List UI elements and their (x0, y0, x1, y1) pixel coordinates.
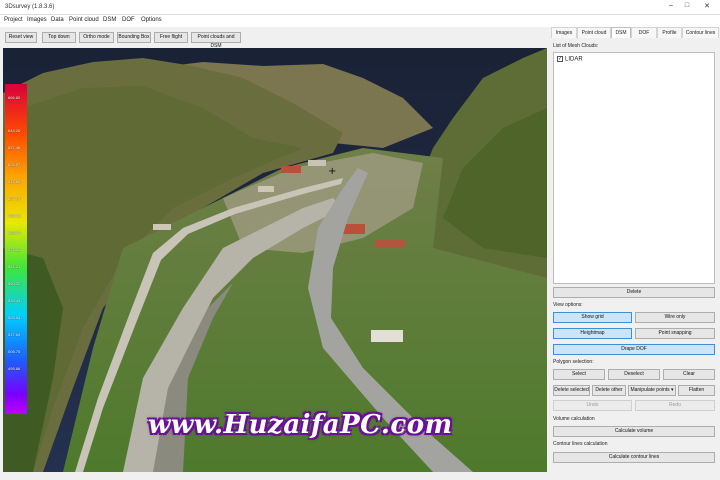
contour-calculation-label: Contour lines calculation (553, 441, 608, 447)
show-grid-toggle[interactable]: Show grid (553, 312, 632, 323)
select-button[interactable]: Select (553, 369, 605, 380)
scale-label: 539.43 (8, 298, 21, 303)
roof-red-2 (343, 224, 365, 234)
menu-data[interactable]: Data (51, 17, 64, 23)
scale-label: 648.26 (8, 128, 21, 133)
scale-label: 572.11 (8, 247, 20, 252)
scale-label: 593.89 (8, 213, 21, 218)
wire-only-toggle[interactable]: Wire only (635, 312, 715, 323)
panel-tabs: Images Point cloud DSM DOF Profile Conto… (551, 27, 719, 38)
menu-images[interactable]: Images (27, 17, 47, 23)
scale-label: 506.75 (8, 349, 21, 354)
manipulate-points-dropdown[interactable]: Manipulate points ▾ (628, 385, 676, 396)
mesh-cloud-list[interactable]: ✓ LIDAR (553, 52, 715, 284)
polygon-selection-label: Polygon selection: (553, 359, 594, 365)
scale-label: 637.46 (8, 145, 21, 150)
flatten-button[interactable]: Flatten (678, 385, 715, 396)
menu-dsm[interactable]: DSM (103, 17, 116, 23)
menu-options[interactable]: Options (141, 17, 162, 23)
building-near (371, 330, 403, 342)
clear-button[interactable]: Clear (663, 369, 715, 380)
list-item[interactable]: ✓ LIDAR (557, 56, 583, 63)
menu-project[interactable]: Project (4, 17, 23, 23)
tab-contour-lines[interactable]: Contour lines (682, 27, 719, 38)
watermark-text: www.HuzaifaPC.com (148, 410, 453, 440)
point-clouds-dsm-button[interactable]: Point clouds and DSM (191, 32, 241, 49)
heightmap-toggle[interactable]: Heightmap (553, 328, 632, 339)
bounding-box-button[interactable]: Bounding Box (117, 32, 151, 43)
tab-profile[interactable]: Profile (657, 27, 682, 38)
menu-point-cloud[interactable]: Point cloud (69, 17, 99, 23)
scale-label: 495.86 (8, 366, 21, 371)
view-options-label: View options: (553, 302, 583, 308)
volume-calculation-label: Volume calculation (553, 416, 595, 422)
calculate-volume-button[interactable]: Calculate volume (553, 426, 715, 437)
free-flight-button[interactable]: Free flight (154, 32, 188, 43)
scale-label: 528.54 (8, 315, 21, 320)
roof-gray-3 (153, 224, 171, 230)
tab-images[interactable]: Images (551, 27, 577, 38)
view-toolbar: Reset view Top down Ortho mode Bounding … (0, 27, 548, 49)
roof-red-3 (375, 240, 405, 248)
scale-label: 615.68 (8, 179, 21, 184)
scale-label: 666.80 (8, 95, 21, 100)
scale-label: 583.00 (8, 230, 21, 235)
roof-gray-1 (308, 160, 326, 166)
undo-button[interactable]: Undo (553, 400, 632, 411)
menu-dof[interactable]: DOF (122, 17, 135, 23)
scale-label: 604.79 (8, 196, 21, 201)
top-down-button[interactable]: Top down (42, 32, 76, 43)
checkbox-icon[interactable]: ✓ (557, 56, 563, 62)
tab-dsm[interactable]: DSM (611, 27, 631, 38)
drape-dof-toggle[interactable]: Drape DOF (553, 344, 715, 355)
maximize-button[interactable]: □ (680, 2, 694, 9)
status-bar (0, 472, 720, 480)
title-bar: 3Dsurvey (1.8.3.6) – □ ✕ (0, 0, 720, 15)
minimize-button[interactable]: – (664, 2, 678, 9)
delete-other-button[interactable]: Delete other (592, 385, 626, 396)
mesh-list-title: List of Mesh Clouds: (553, 43, 599, 49)
scale-label: 550.32 (8, 281, 21, 286)
close-button[interactable]: ✕ (700, 2, 714, 10)
roof-gray-2 (258, 186, 274, 192)
calculate-contour-lines-button[interactable]: Calculate contour lines (553, 452, 715, 463)
terrain-render: + (3, 48, 547, 472)
roof-red-1 (281, 166, 301, 173)
menu-bar: Project Images Data Point cloud DSM DOF … (0, 15, 720, 27)
tab-point-cloud[interactable]: Point cloud (577, 27, 611, 38)
3d-viewport[interactable]: + www.HuzaifaPC.com (3, 48, 547, 472)
reset-view-button[interactable]: Reset view (5, 32, 37, 43)
ortho-mode-button[interactable]: Ortho mode (79, 32, 114, 43)
viewport-cursor-icon: + (328, 166, 336, 177)
delete-button[interactable]: Delete (553, 287, 715, 298)
scale-label: 561.21 (8, 264, 21, 269)
delete-selected-button[interactable]: Delete selected (553, 385, 590, 396)
window-title: 3Dsurvey (1.8.3.6) (5, 4, 55, 10)
tab-dof[interactable]: DOF (631, 27, 657, 38)
redo-button[interactable]: Redo (635, 400, 715, 411)
point-snapping-toggle[interactable]: Point snapping (635, 328, 715, 339)
list-item-label: LIDAR (565, 56, 583, 63)
scale-label: 626.57 (8, 162, 21, 167)
deselect-button[interactable]: Deselect (608, 369, 660, 380)
scale-label: 517.64 (8, 332, 21, 337)
